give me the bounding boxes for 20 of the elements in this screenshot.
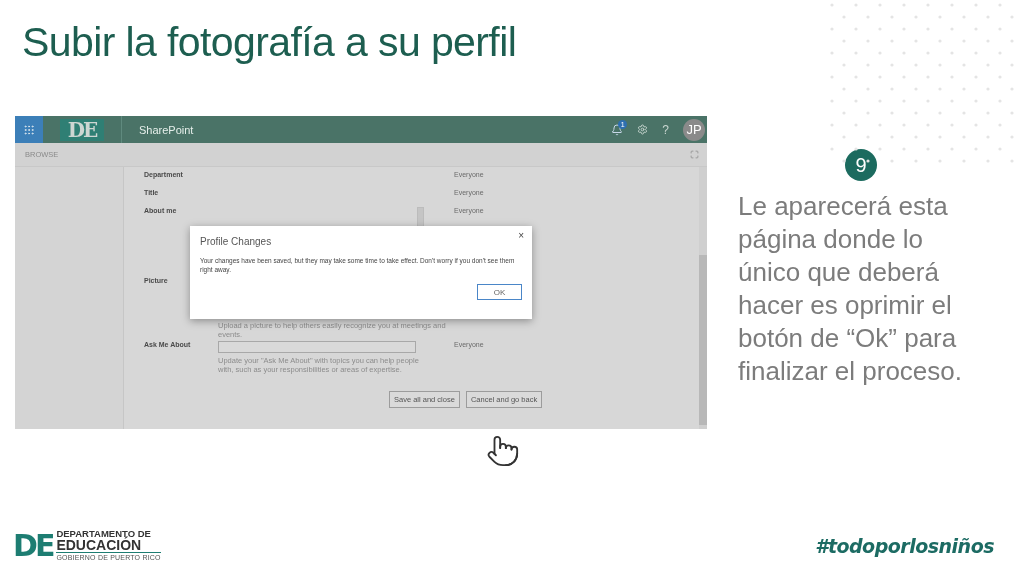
app-name: SharePoint xyxy=(139,123,195,136)
site-logo: DE xyxy=(59,118,105,141)
user-avatar[interactable]: JP xyxy=(683,118,705,141)
settings-icon[interactable] xyxy=(637,124,649,135)
department-logo-mark: DE xyxy=(13,530,53,561)
help-button[interactable]: ? xyxy=(662,122,669,137)
step-badge: 9 xyxy=(845,149,877,181)
scrollbar-thumb[interactable] xyxy=(699,255,707,425)
hashtag-text: #todoporlosniños xyxy=(815,534,994,557)
input-field[interactable] xyxy=(218,341,416,353)
scrollbar[interactable] xyxy=(699,167,707,429)
app-launcher-button[interactable] xyxy=(15,116,43,143)
focus-icon[interactable] xyxy=(690,150,699,159)
ok-button[interactable]: OK xyxy=(477,284,522,300)
instruction-text: Le aparecerá esta página donde lo único que deberá hacer es oprimir el botón de “Ok” para finalizar el proceso. xyxy=(738,190,963,388)
app-launcher-icon[interactable] xyxy=(23,123,35,136)
slide-title: Subir la fotografía a su perfil xyxy=(22,18,518,67)
dialog-title: Profile Changes xyxy=(200,236,273,247)
hand-pointer-icon xyxy=(486,434,520,468)
close-button[interactable]: × xyxy=(518,230,524,241)
